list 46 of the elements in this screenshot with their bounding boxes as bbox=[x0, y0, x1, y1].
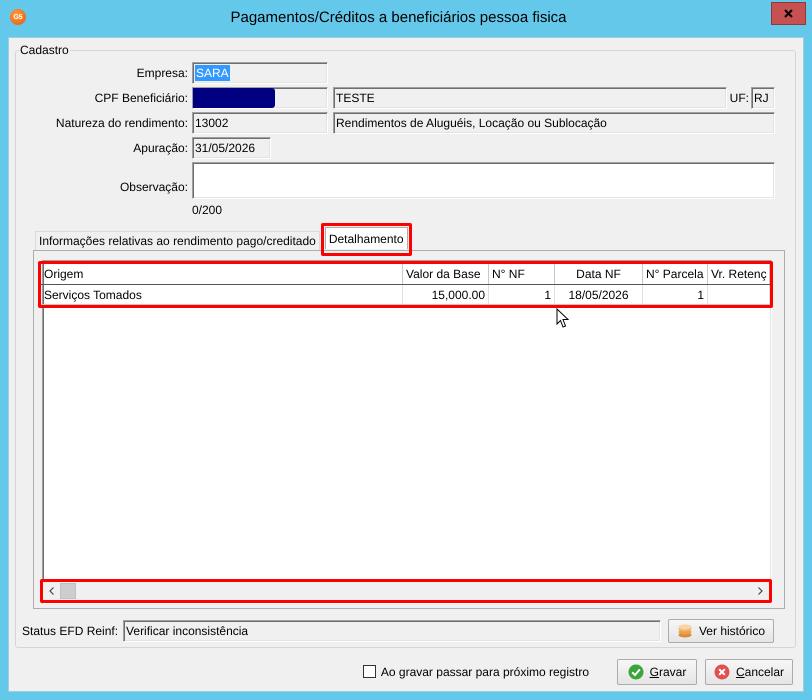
table-cell: 1 bbox=[643, 285, 708, 304]
table-cell: Serviços Tomados bbox=[41, 285, 403, 304]
table-cell: 1 bbox=[489, 285, 555, 304]
chevron-left-icon bbox=[49, 587, 54, 595]
table-cell: 15,000.00 bbox=[403, 285, 489, 304]
code-field[interactable]: 13002 bbox=[192, 112, 328, 134]
check-circle-icon bbox=[628, 664, 644, 680]
column-header[interactable]: Origem bbox=[41, 264, 403, 284]
column-header[interactable]: Data NF bbox=[555, 264, 643, 284]
cancel-button[interactable]: Cancelar bbox=[705, 658, 793, 684]
checkbox-label[interactable]: Ao gravar passar para próximo registro bbox=[380, 664, 589, 678]
column-header[interactable]: Valor da Base bbox=[403, 264, 489, 284]
field-label: CPF Beneficiário: bbox=[94, 91, 189, 105]
save-button[interactable]: Gravar bbox=[617, 658, 697, 684]
cpf-field[interactable] bbox=[192, 87, 328, 109]
description-field[interactable]: Rendimentos de Aluguéis, Locação ou Sublocação bbox=[333, 112, 775, 134]
state-field[interactable]: RJ bbox=[751, 87, 775, 109]
date-field[interactable]: 31/05/2026 bbox=[192, 137, 271, 159]
group-title: Cadastro bbox=[19, 43, 70, 57]
x-circle-icon bbox=[714, 664, 730, 680]
character-counter: 0/200 bbox=[192, 203, 222, 217]
selected-text: SARA bbox=[195, 65, 230, 81]
field-label: Observação: bbox=[118, 180, 189, 194]
column-header[interactable]: Vr. Retenç bbox=[708, 264, 770, 284]
field-label: Natureza do rendimento: bbox=[54, 116, 189, 130]
field-label: Apuração: bbox=[132, 141, 189, 155]
tab[interactable]: Detalhamento bbox=[324, 227, 408, 249]
field-label: Status EFD Reinf: bbox=[22, 624, 118, 638]
column-header[interactable]: N° Parcela bbox=[643, 264, 708, 284]
field-label: Empresa: bbox=[136, 66, 189, 80]
scrollbar-thumb[interactable] bbox=[60, 583, 76, 599]
column-header[interactable]: N° NF bbox=[489, 264, 555, 284]
window-title: Pagamentos/Créditos a beneficiários pessoa fisica bbox=[229, 8, 568, 28]
name-field[interactable]: TESTE bbox=[333, 87, 727, 109]
observation-field[interactable] bbox=[192, 162, 775, 199]
status-field[interactable]: Verificar inconsistência bbox=[123, 620, 661, 642]
close-button[interactable] bbox=[771, 2, 806, 25]
checkbox[interactable] bbox=[362, 665, 376, 678]
history-button[interactable]: Ver histórico bbox=[668, 619, 774, 643]
close-icon bbox=[784, 9, 793, 18]
mouse-pointer-icon bbox=[556, 308, 569, 329]
chevron-right-icon bbox=[758, 587, 763, 595]
table-cell: 18/05/2026 bbox=[555, 285, 643, 304]
tab[interactable]: Informações relativas ao rendimento pago/creditado bbox=[35, 231, 320, 250]
field-label: UF: bbox=[730, 91, 749, 105]
coin-stack-icon bbox=[676, 624, 693, 638]
